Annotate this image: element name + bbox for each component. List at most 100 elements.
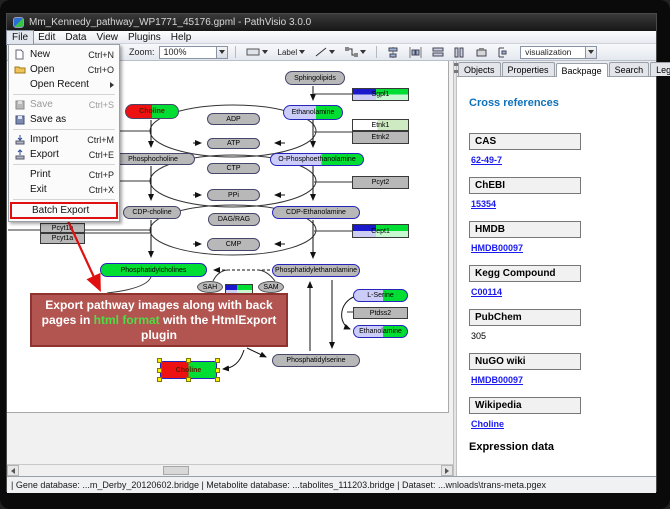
new-page-icon: [13, 49, 26, 60]
xref-link[interactable]: Choline: [471, 419, 504, 429]
node-phosphatidylethanolamine[interactable]: Phosphatidylethanolamine: [272, 264, 360, 277]
selection-handle[interactable]: [186, 377, 191, 382]
node-cdp-ethanolamine[interactable]: CDP-Ethanolamine: [272, 206, 360, 219]
tab-legend[interactable]: Legend: [650, 62, 670, 76]
stack-rows-button[interactable]: [429, 45, 447, 60]
node-sam[interactable]: SAM: [258, 281, 284, 293]
scrollbar-thumb[interactable]: [163, 466, 189, 475]
scroll-left-button[interactable]: [7, 465, 19, 476]
node-atp[interactable]: ATP: [207, 138, 260, 149]
node-sphingolipids[interactable]: Sphingolipids: [285, 71, 345, 85]
selection-handle[interactable]: [215, 377, 220, 382]
xref-link[interactable]: HMDB00097: [471, 243, 523, 253]
node-sgpl1[interactable]: Sgpl1: [352, 88, 409, 101]
visualization-dropdown-button[interactable]: [585, 47, 596, 58]
zoom-label: Zoom:: [129, 47, 155, 57]
menu-separator: [13, 129, 115, 130]
node-sah[interactable]: SAH: [197, 281, 223, 293]
label-tool-text: Label: [278, 48, 298, 57]
selection-handle[interactable]: [186, 358, 191, 363]
menu-item-exit[interactable]: Exit Ctrl+X: [10, 182, 118, 197]
menu-item-export[interactable]: Export Ctrl+E: [10, 147, 118, 162]
menu-edit[interactable]: Edit: [33, 31, 60, 44]
node-o-phosphoethanolamine[interactable]: O-Phosphoethanolamine: [270, 153, 364, 166]
node-phosphatidylserine[interactable]: Phosphatidylserine: [272, 354, 360, 367]
selection-handle[interactable]: [215, 358, 220, 363]
menu-separator: [13, 164, 115, 165]
title-bar[interactable]: Mm_Kennedy_pathway_WP1771_45176.gpml - P…: [7, 14, 656, 31]
menu-item-open[interactable]: Open Ctrl+O: [10, 62, 118, 77]
selection-handle[interactable]: [157, 358, 162, 363]
menu-item-print[interactable]: Print Ctrl+P: [10, 167, 118, 182]
tab-backpage[interactable]: Backpage: [556, 63, 608, 77]
node-choline[interactable]: Choline: [125, 104, 179, 119]
xref-link[interactable]: C00114: [471, 287, 502, 297]
xref-source-name: Wikipedia: [469, 397, 581, 414]
xref-link[interactable]: 15354: [471, 199, 496, 209]
expression-data-heading: Expression data: [469, 441, 648, 453]
node-pcyt1a[interactable]: Pcyt1a: [40, 233, 85, 244]
visualization-combobox[interactable]: visualization: [520, 46, 597, 59]
menu-item-open-recent[interactable]: Open Recent: [10, 77, 118, 92]
connector-tool[interactable]: [342, 45, 369, 59]
menu-item-save[interactable]: Save Ctrl+S: [10, 97, 118, 112]
stack-columns-button[interactable]: [451, 45, 469, 60]
node-cept1[interactable]: Cept1: [352, 224, 409, 238]
canvas-horizontal-scrollbar[interactable]: [7, 464, 453, 476]
gene-datanode-tool[interactable]: [243, 45, 271, 59]
caret-down-icon: [219, 50, 225, 54]
node-dag[interactable]: DAG/RAG: [208, 213, 260, 226]
menu-plugins[interactable]: Plugins: [123, 31, 166, 44]
menu-view[interactable]: View: [91, 31, 123, 44]
xref-link[interactable]: HMDB00097: [471, 375, 523, 385]
common-size-button[interactable]: [473, 45, 490, 60]
xref-source-name: PubChem: [469, 309, 581, 326]
tab-search[interactable]: Search: [609, 62, 650, 76]
node-ethanolamine[interactable]: Ethanolamine: [283, 105, 343, 120]
node-cmp[interactable]: CMP: [207, 238, 260, 251]
node-cdp-choline[interactable]: CDP-choline: [123, 206, 181, 219]
tab-properties[interactable]: Properties: [502, 62, 555, 76]
menu-help[interactable]: Help: [166, 31, 197, 44]
align-center-button[interactable]: [384, 45, 402, 60]
node-ppi[interactable]: PPi: [207, 189, 260, 201]
xref-link[interactable]: 62-49-7: [471, 155, 502, 165]
node-etnk1[interactable]: Etnk1: [352, 119, 409, 131]
zoom-value: 100%: [160, 47, 216, 57]
node-phosphocholine[interactable]: Phosphocholine: [111, 153, 195, 165]
backpage-content[interactable]: Cross references CAS 62-49-7 ChEBI 15354…: [457, 77, 656, 476]
node-adp[interactable]: ADP: [207, 113, 260, 125]
scroll-right-button[interactable]: [441, 465, 453, 476]
selection-handle[interactable]: [157, 368, 162, 373]
selection-handle[interactable]: [215, 368, 220, 373]
node-etnk2[interactable]: Etnk2: [352, 131, 409, 144]
xref-source-name: HMDB: [469, 221, 581, 238]
node-ctp[interactable]: CTP: [207, 163, 260, 174]
node-l-serine[interactable]: L-Serine: [353, 289, 408, 302]
menu-item-save-as[interactable]: Save as: [10, 112, 118, 127]
layout-button[interactable]: [494, 45, 510, 60]
window-title: Mm_Kennedy_pathway_WP1771_45176.gpml - P…: [29, 17, 311, 28]
tab-objects[interactable]: Objects: [458, 62, 501, 76]
node-ptdss2[interactable]: Ptdss2: [353, 307, 408, 319]
side-panel: Objects Properties Backpage Search Legen…: [457, 61, 656, 476]
node-phosphatidylcholines[interactable]: Phosphatidylcholines: [100, 263, 207, 277]
menu-data[interactable]: Data: [60, 31, 91, 44]
node-pcyt2[interactable]: Pcyt2: [352, 176, 409, 189]
menu-file[interactable]: File: [7, 31, 33, 44]
menu-item-new[interactable]: New Ctrl+N: [10, 47, 118, 62]
zoom-combobox[interactable]: 100%: [159, 46, 228, 59]
screen-frame: Mm_Kennedy_pathway_WP1771_45176.gpml - P…: [0, 0, 670, 509]
menu-item-import[interactable]: Import Ctrl+M: [10, 132, 118, 147]
zoom-dropdown-button[interactable]: [216, 47, 227, 58]
distribute-horizontal-button[interactable]: [406, 45, 425, 60]
node-pcyt1b[interactable]: Pcyt1b: [40, 223, 85, 233]
selection-handle[interactable]: [157, 377, 162, 382]
line-tool[interactable]: [312, 45, 338, 59]
label-tool[interactable]: Label: [275, 46, 309, 59]
menu-item-batch-export[interactable]: Batch Export: [10, 202, 118, 219]
xref-section-nugo: NuGO wiki HMDB00097: [469, 353, 648, 388]
panel-splitter[interactable]: [453, 61, 457, 476]
connector-tool-icon: [345, 47, 358, 57]
node-ethanolamine-2[interactable]: Ethanolamine: [353, 325, 408, 338]
